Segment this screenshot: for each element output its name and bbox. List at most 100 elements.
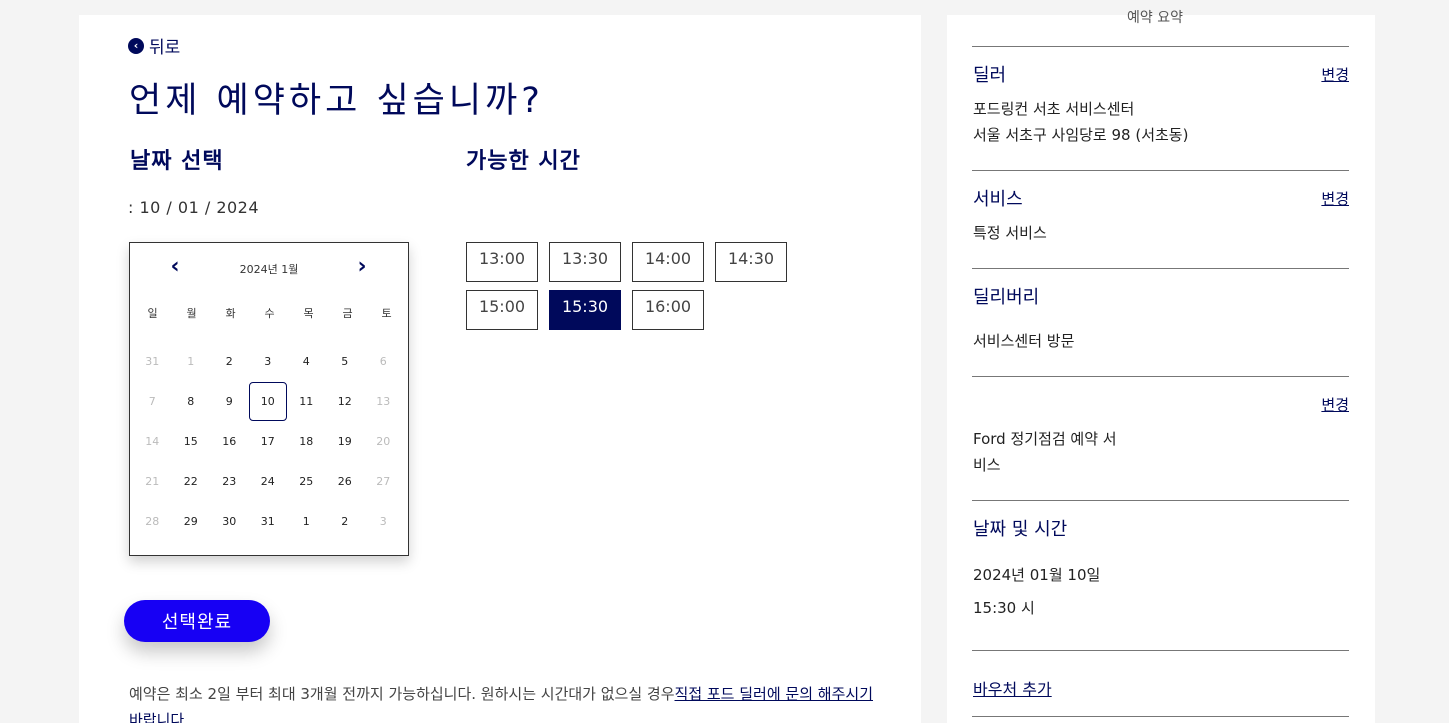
calendar-day[interactable]: 19 [326, 421, 365, 461]
selected-date-summary: 2024년 01월 10일 [973, 566, 1101, 584]
calendar-day-number: 28 [145, 514, 160, 528]
calendar-day-number: 3 [379, 514, 387, 528]
time-slot[interactable]: 14:30 [715, 242, 787, 282]
calendar-day[interactable]: 8 [172, 381, 211, 421]
calendar-day[interactable]: 18 [287, 421, 326, 461]
calendar-day-number: 31 [260, 514, 275, 528]
divider [972, 268, 1349, 269]
divider [972, 716, 1349, 717]
calendar-day[interactable]: 13 [364, 381, 403, 421]
time-slot[interactable]: 16:00 [632, 290, 704, 330]
calendar-day[interactable]: 26 [326, 461, 365, 501]
calendar-day-number: 31 [145, 354, 160, 368]
package-name-line1: Ford 정기점검 예약 서 [973, 430, 1117, 448]
calendar-day-number: 26 [337, 474, 352, 488]
calendar-day-number: 6 [379, 354, 387, 368]
calendar-day[interactable]: 2 [326, 501, 365, 541]
calendar-day[interactable]: 11 [287, 381, 326, 421]
calendar-day-number: 13 [376, 394, 391, 408]
calendar-weekday: 목 [303, 307, 314, 320]
calendar-day[interactable]: 31 [249, 501, 288, 541]
date-picker-calendar: ‹ 2024년 1월 › 일월화수목금토 31 1 2 3 4 5 6 7 8 9 10 11 12 13… [129, 242, 409, 556]
calendar-day-number: 11 [299, 394, 314, 408]
divider [972, 500, 1349, 501]
calendar-day[interactable]: 1 [287, 501, 326, 541]
calendar-day-number: 20 [376, 434, 391, 448]
calendar-day[interactable]: 15 [172, 421, 211, 461]
calendar-day[interactable]: 21 [133, 461, 172, 501]
dealer-name: 포드링컨 서초 서비스센터 [973, 100, 1135, 118]
calendar-day-number: 15 [183, 434, 198, 448]
selected-date-readout: : 10 / 01 / 2024 [128, 198, 260, 217]
calendar-weekday: 수 [264, 307, 275, 320]
calendar-day-number: 8 [187, 394, 195, 408]
calendar-day[interactable]: 29 [172, 501, 211, 541]
calendar-day-selected[interactable]: 10 [248, 381, 287, 421]
calendar-day[interactable]: 3 [364, 501, 403, 541]
booking-summary-panel: 예약 요약 딜러 변경 포드링컨 서초 서비스센터 서울 서초구 사임당로 98… [947, 10, 1375, 723]
calendar-day[interactable]: 22 [172, 461, 211, 501]
back-link[interactable]: ‹ 뒤로 [128, 33, 180, 58]
calendar-day[interactable]: 23 [210, 461, 249, 501]
calendar-day[interactable]: 20 [364, 421, 403, 461]
time-slot[interactable]: 13:30 [549, 242, 621, 282]
calendar-day[interactable]: 17 [249, 421, 288, 461]
calendar-days-grid: 31 1 2 3 4 5 6 7 8 9 10 11 12 13 14 15 16 17 18 19 20 21 22 23 2… [133, 341, 403, 541]
time-section-title: 가능한 시간 [466, 149, 581, 174]
calendar-weekday: 금 [342, 307, 353, 320]
change-package-link[interactable]: 변경 [1321, 394, 1349, 415]
calendar-day-number: 27 [376, 474, 391, 488]
calendar-day-number: 2 [225, 354, 233, 368]
calendar-day[interactable]: 1 [172, 341, 211, 381]
time-slot[interactable]: 13:00 [466, 242, 538, 282]
calendar-day-number: 30 [222, 514, 237, 528]
divider [972, 376, 1349, 377]
selected-time-summary: 15:30 시 [973, 599, 1035, 617]
calendar-day[interactable]: 30 [210, 501, 249, 541]
service-label: 서비스 [973, 189, 1023, 210]
time-slot[interactable]: 14:00 [632, 242, 704, 282]
add-voucher-link[interactable]: 바우처 추가 [973, 676, 1052, 700]
divider [972, 46, 1349, 47]
change-dealer-link[interactable]: 변경 [1321, 64, 1349, 85]
calendar-day-number: 19 [337, 434, 352, 448]
calendar-day-number: 24 [260, 474, 275, 488]
calendar-day-number: 4 [302, 354, 310, 368]
calendar-day[interactable]: 12 [326, 381, 365, 421]
datetime-label: 날짜 및 시간 [973, 519, 1068, 540]
calendar-day[interactable]: 24 [249, 461, 288, 501]
calendar-day-number: 16 [222, 434, 237, 448]
back-label: 뒤로 [149, 38, 181, 58]
date-section-title: 날짜 선택 [130, 149, 224, 174]
calendar-day[interactable]: 2 [210, 341, 249, 381]
time-slot-selected[interactable]: 15:30 [549, 290, 621, 330]
booking-note: 예약은 최소 2일 부터 최대 3개월 전까지 가능하십니다. 원하시는 시간대… [129, 681, 889, 723]
calendar-day-number: 14 [145, 434, 160, 448]
calendar-day[interactable]: 6 [364, 341, 403, 381]
calendar-day[interactable]: 16 [210, 421, 249, 461]
chevron-right-icon[interactable]: › [350, 255, 374, 281]
service-value: 특정 서비스 [973, 224, 1047, 242]
calendar-header: ‹ 2024년 1월 › [130, 253, 408, 283]
calendar-day-number: 17 [260, 434, 275, 448]
dealer-label: 딜러 [973, 65, 1007, 86]
calendar-day-number: 18 [299, 434, 314, 448]
time-slot[interactable]: 15:00 [466, 290, 538, 330]
calendar-day[interactable]: 31 [133, 341, 172, 381]
calendar-day[interactable]: 28 [133, 501, 172, 541]
change-service-link[interactable]: 변경 [1321, 188, 1349, 209]
calendar-day[interactable]: 3 [249, 341, 288, 381]
calendar-weekday: 화 [225, 307, 236, 320]
calendar-day[interactable]: 14 [133, 421, 172, 461]
calendar-day[interactable]: 4 [287, 341, 326, 381]
calendar-day-number: 25 [299, 474, 314, 488]
calendar-day[interactable]: 5 [326, 341, 365, 381]
calendar-day[interactable]: 27 [364, 461, 403, 501]
calendar-day[interactable]: 25 [287, 461, 326, 501]
calendar-day[interactable]: 7 [133, 381, 172, 421]
divider [972, 650, 1349, 651]
calendar-day-number: 1 [302, 514, 310, 528]
confirm-selection-button[interactable]: 선택완료 [124, 600, 270, 642]
calendar-day-number: 21 [145, 474, 160, 488]
calendar-day[interactable]: 9 [210, 381, 249, 421]
